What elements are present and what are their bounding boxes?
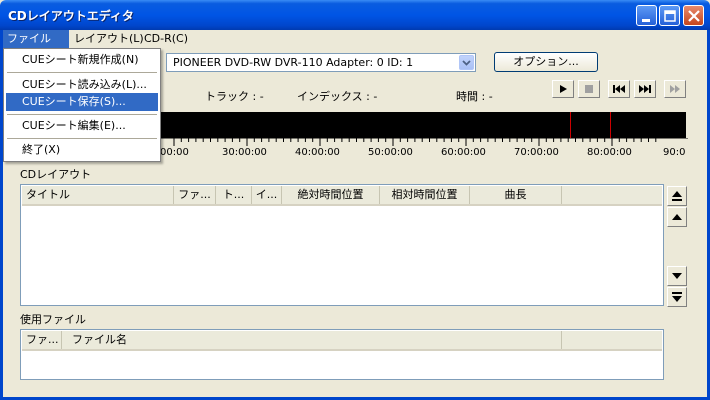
fast-forward-icon: [670, 85, 680, 93]
option-button[interactable]: オプション...: [494, 52, 598, 72]
used-files-label: 使用ファイル: [20, 313, 86, 326]
minimize-icon: [642, 19, 650, 22]
drive-select-value: PIONEER DVD-RW DVR-110 Adapter: 0 ID: 1: [173, 56, 414, 69]
close-icon: [688, 10, 700, 22]
maximize-icon: [664, 10, 676, 22]
timeline-marker: [570, 112, 571, 138]
column-header-index[interactable]: イ...: [252, 186, 282, 204]
dropdown-button[interactable]: [459, 55, 474, 70]
cd-layout-list-header: タイトル ファ... ト... イ... 絶対時間位置 相対時間位置 曲長: [22, 186, 662, 206]
timeline-tick-label: 30:00:00: [222, 147, 267, 158]
column-header-title[interactable]: タイトル: [22, 186, 174, 204]
time-status: 時間 : -: [456, 90, 493, 103]
menu-layout[interactable]: レイアウト(L): [70, 30, 148, 48]
drive-select[interactable]: PIONEER DVD-RW DVR-110 Adapter: 0 ID: 1: [166, 53, 476, 72]
menu-item-edit-cue[interactable]: CUEシート編集(E)...: [6, 117, 158, 135]
timeline-tick-label: 80:00:00: [587, 147, 632, 158]
window-title: CDレイアウトエディタ: [8, 9, 134, 23]
menu-separator: [7, 114, 157, 115]
used-files-list-header: ファ... ファイル名: [22, 331, 662, 351]
prev-track-button[interactable]: [608, 80, 630, 98]
column-header-absolute-time[interactable]: 絶対時間位置: [282, 186, 380, 204]
timeline-tick-label: 00:00: [160, 147, 189, 158]
fast-forward-button[interactable]: [664, 80, 686, 98]
prev-track-icon: [613, 85, 625, 93]
chevron-down-icon: [462, 60, 471, 66]
move-bottom-button[interactable]: [667, 287, 687, 307]
column-header-filename[interactable]: ファイル名: [62, 331, 562, 349]
column-header-relative-time[interactable]: 相対時間位置: [380, 186, 470, 204]
move-down-button[interactable]: [667, 266, 687, 286]
menu-separator: [7, 138, 157, 139]
close-button[interactable]: [683, 5, 704, 26]
timeline-tick-label: 90:0: [663, 147, 686, 158]
index-status: インデックス : -: [297, 90, 378, 103]
maximize-button[interactable]: [659, 5, 680, 26]
next-track-button[interactable]: [634, 80, 656, 98]
stop-icon: [585, 85, 593, 93]
minimize-button[interactable]: [636, 5, 657, 26]
play-icon: [560, 85, 567, 93]
track-status: トラック : -: [205, 90, 264, 103]
cd-layout-list[interactable]: タイトル ファ... ト... イ... 絶対時間位置 相対時間位置 曲長: [20, 184, 664, 306]
menu-item-save-cue[interactable]: CUEシート保存(S)...: [6, 93, 158, 111]
menu-file[interactable]: ファイル(F): [3, 30, 69, 63]
file-menu-dropdown: CUEシート新規作成(N) CUEシート読み込み(L)... CUEシート保存(…: [3, 48, 161, 162]
menu-separator: [7, 72, 157, 73]
timeline-bar[interactable]: [160, 112, 686, 138]
move-up-button[interactable]: [667, 207, 687, 227]
play-button[interactable]: [552, 80, 574, 98]
menu-item-exit[interactable]: 終了(X): [6, 141, 158, 159]
move-top-icon: [672, 191, 682, 201]
timeline-tick-label: 70:00:00: [514, 147, 559, 158]
stop-button[interactable]: [578, 80, 600, 98]
used-files-list[interactable]: ファ... ファイル名: [20, 329, 664, 380]
timeline-tick-label: 40:00:00: [295, 147, 340, 158]
move-top-button[interactable]: [667, 186, 687, 206]
move-down-icon: [672, 273, 682, 279]
column-header-length[interactable]: 曲長: [470, 186, 562, 204]
move-bottom-icon: [672, 292, 682, 302]
timeline-marker: [610, 112, 611, 138]
column-header-file[interactable]: ファ...: [22, 331, 62, 349]
move-up-icon: [672, 214, 682, 220]
menu-cdr[interactable]: CD-R(C): [140, 30, 192, 48]
cd-layout-label: CDレイアウト: [20, 168, 92, 181]
column-header-file[interactable]: ファ...: [174, 186, 216, 204]
column-header-track[interactable]: ト...: [216, 186, 252, 204]
menu-item-load-cue[interactable]: CUEシート読み込み(L)...: [6, 76, 158, 94]
next-track-icon: [639, 85, 651, 93]
menu-item-new-cue[interactable]: CUEシート新規作成(N): [6, 51, 158, 69]
timeline-tick-label: 60:00:00: [441, 147, 486, 158]
timeline-tick-label: 50:00:00: [368, 147, 413, 158]
